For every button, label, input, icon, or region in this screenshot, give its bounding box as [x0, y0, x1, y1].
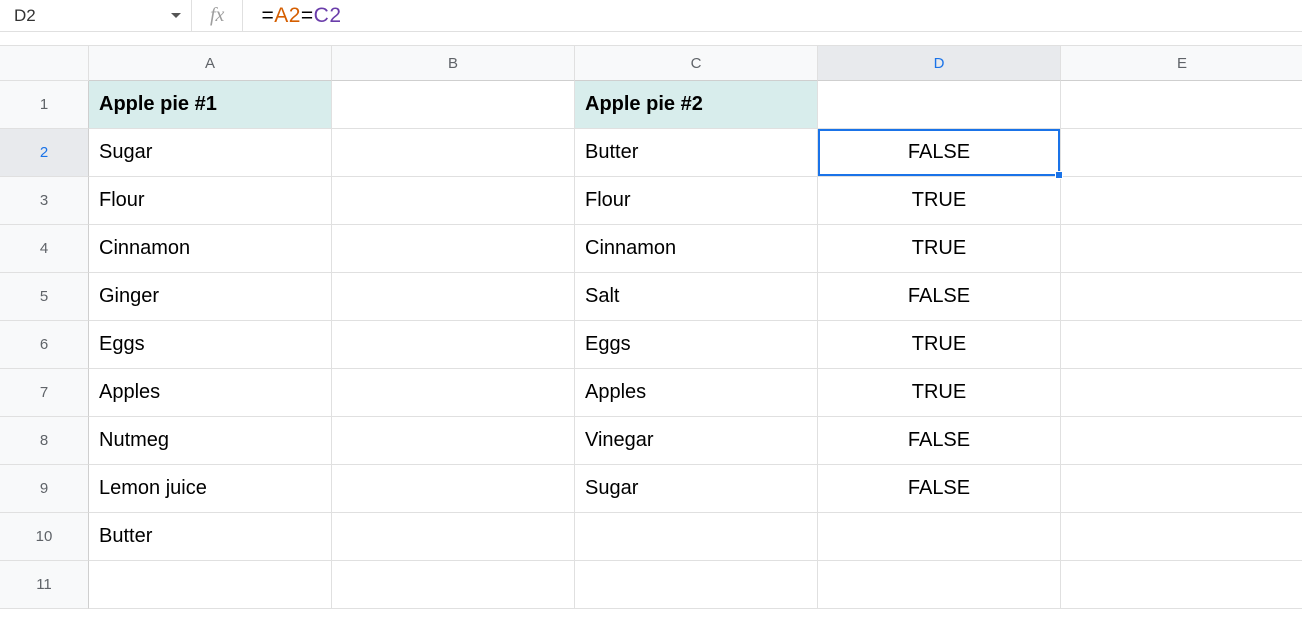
- formula-bar: D2 fx =A2=C2: [0, 0, 1302, 32]
- cell-B1[interactable]: [332, 81, 575, 129]
- name-box[interactable]: D2: [0, 0, 192, 31]
- formula-equals: =: [261, 4, 274, 27]
- formula-bar-spacer: [0, 32, 1302, 46]
- cell-B6[interactable]: [332, 321, 575, 369]
- cell-A7[interactable]: Apples: [89, 369, 332, 417]
- cell-B5[interactable]: [332, 273, 575, 321]
- name-box-value: D2: [14, 6, 36, 26]
- cell-C9[interactable]: Sugar: [575, 465, 818, 513]
- cell-C2[interactable]: Butter: [575, 129, 818, 177]
- cell-D2[interactable]: FALSE: [818, 129, 1061, 177]
- col-header-B[interactable]: B: [332, 46, 575, 81]
- cell-C3[interactable]: Flour: [575, 177, 818, 225]
- cell-D1[interactable]: [818, 81, 1061, 129]
- cell-D10[interactable]: [818, 513, 1061, 561]
- col-header-E[interactable]: E: [1061, 46, 1302, 81]
- cell-A1[interactable]: Apple pie #1: [89, 81, 332, 129]
- cell-C5[interactable]: Salt: [575, 273, 818, 321]
- formula-equals2: =: [301, 4, 314, 27]
- cell-B4[interactable]: [332, 225, 575, 273]
- cell-D8[interactable]: FALSE: [818, 417, 1061, 465]
- row-header-3[interactable]: 3: [0, 177, 89, 225]
- row-header-7[interactable]: 7: [0, 369, 89, 417]
- cell-C6[interactable]: Eggs: [575, 321, 818, 369]
- formula-ref-a2: A2: [274, 4, 301, 27]
- cell-A5[interactable]: Ginger: [89, 273, 332, 321]
- formula-input[interactable]: =A2=C2: [243, 4, 341, 28]
- cell-A3[interactable]: Flour: [89, 177, 332, 225]
- cell-E3[interactable]: [1061, 177, 1302, 225]
- cell-C10[interactable]: [575, 513, 818, 561]
- cell-A11[interactable]: [89, 561, 332, 609]
- select-all-corner[interactable]: [0, 46, 89, 81]
- cell-E8[interactable]: [1061, 417, 1302, 465]
- cell-E11[interactable]: [1061, 561, 1302, 609]
- cell-E9[interactable]: [1061, 465, 1302, 513]
- cell-B9[interactable]: [332, 465, 575, 513]
- cell-C8[interactable]: Vinegar: [575, 417, 818, 465]
- cell-A10[interactable]: Butter: [89, 513, 332, 561]
- row-header-11[interactable]: 11: [0, 561, 89, 609]
- cell-B2[interactable]: [332, 129, 575, 177]
- cell-D3[interactable]: TRUE: [818, 177, 1061, 225]
- row-header-6[interactable]: 6: [0, 321, 89, 369]
- cell-C7[interactable]: Apples: [575, 369, 818, 417]
- cell-A2[interactable]: Sugar: [89, 129, 332, 177]
- cell-D7[interactable]: TRUE: [818, 369, 1061, 417]
- cell-C11[interactable]: [575, 561, 818, 609]
- cell-D4[interactable]: TRUE: [818, 225, 1061, 273]
- cell-E6[interactable]: [1061, 321, 1302, 369]
- formula-ref-c2: C2: [314, 4, 342, 27]
- cell-A8[interactable]: Nutmeg: [89, 417, 332, 465]
- col-header-D[interactable]: D: [818, 46, 1061, 81]
- dropdown-icon[interactable]: [171, 13, 181, 18]
- cell-B10[interactable]: [332, 513, 575, 561]
- cell-B7[interactable]: [332, 369, 575, 417]
- cell-D5[interactable]: FALSE: [818, 273, 1061, 321]
- cell-E4[interactable]: [1061, 225, 1302, 273]
- cell-C4[interactable]: Cinnamon: [575, 225, 818, 273]
- cell-E5[interactable]: [1061, 273, 1302, 321]
- row-header-10[interactable]: 10: [0, 513, 89, 561]
- cell-E7[interactable]: [1061, 369, 1302, 417]
- cell-B8[interactable]: [332, 417, 575, 465]
- cell-A9[interactable]: Lemon juice: [89, 465, 332, 513]
- cell-A4[interactable]: Cinnamon: [89, 225, 332, 273]
- col-header-A[interactable]: A: [89, 46, 332, 81]
- col-header-C[interactable]: C: [575, 46, 818, 81]
- cell-D6[interactable]: TRUE: [818, 321, 1061, 369]
- cell-B11[interactable]: [332, 561, 575, 609]
- cell-D9[interactable]: FALSE: [818, 465, 1061, 513]
- row-header-4[interactable]: 4: [0, 225, 89, 273]
- cell-E2[interactable]: [1061, 129, 1302, 177]
- row-header-2[interactable]: 2: [0, 129, 89, 177]
- fx-icon: fx: [210, 4, 224, 27]
- fx-section: fx: [192, 0, 243, 31]
- cell-D11[interactable]: [818, 561, 1061, 609]
- row-header-8[interactable]: 8: [0, 417, 89, 465]
- row-header-5[interactable]: 5: [0, 273, 89, 321]
- cell-A6[interactable]: Eggs: [89, 321, 332, 369]
- spreadsheet-grid[interactable]: ABCDE1Apple pie #1Apple pie #22SugarButt…: [0, 46, 1302, 609]
- cell-C1[interactable]: Apple pie #2: [575, 81, 818, 129]
- cell-E1[interactable]: [1061, 81, 1302, 129]
- cell-E10[interactable]: [1061, 513, 1302, 561]
- row-header-1[interactable]: 1: [0, 81, 89, 129]
- row-header-9[interactable]: 9: [0, 465, 89, 513]
- cell-B3[interactable]: [332, 177, 575, 225]
